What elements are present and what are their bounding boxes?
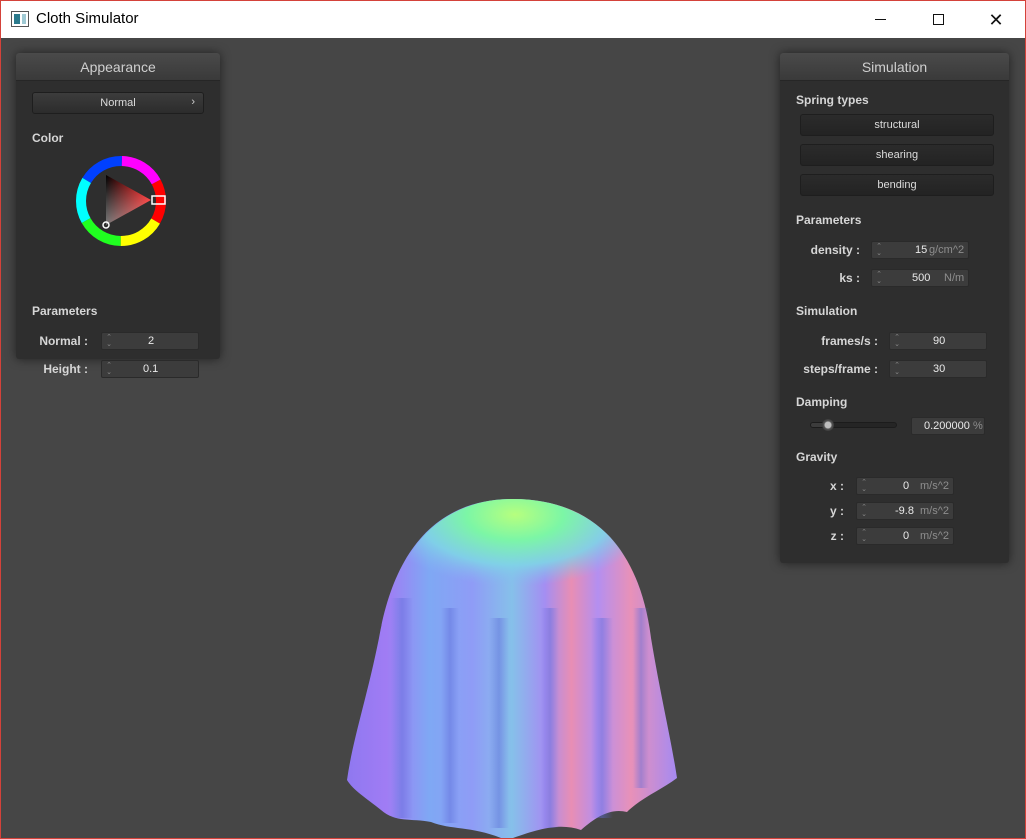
simulation-panel: Simulation Spring types structural shear… <box>780 53 1009 563</box>
chevron-right-icon: › <box>191 96 195 108</box>
maximize-icon <box>932 14 944 25</box>
normal-value: 2 <box>148 335 155 347</box>
damping-value: 0.200000 <box>924 420 970 432</box>
gravity-z-input[interactable]: ⌃ ⌄ 0 m/s^2 <box>856 527 954 545</box>
height-input[interactable]: ⌃ ⌄ 0.1 <box>101 360 199 378</box>
cloth-fold <box>391 598 413 818</box>
damping-label: Damping <box>796 395 848 409</box>
gravity-y-unit: m/s^2 <box>920 505 949 517</box>
cloth-top-highlight <box>389 499 641 630</box>
height-value: 0.1 <box>143 363 159 375</box>
damping-input[interactable]: 0.200000 % <box>911 417 985 435</box>
structural-spring-button[interactable]: structural <box>800 114 994 136</box>
cloth-fold <box>441 608 459 823</box>
gravity-z-label: z : <box>830 529 844 543</box>
simulation-panel-title: Simulation <box>861 58 928 75</box>
density-label: density : <box>810 243 860 257</box>
bending-spring-button[interactable]: bending <box>800 174 994 196</box>
shearing-spring-button[interactable]: shearing <box>800 144 994 166</box>
render-viewport[interactable]: Appearance Normal › Color Parameters Nor… <box>1 38 1025 838</box>
gravity-z-value: 0 <box>903 530 910 542</box>
appearance-parameters-label: Parameters <box>32 304 98 318</box>
ks-input[interactable]: ⌃ ⌄ 500 N/m <box>871 269 969 287</box>
spinner-icon[interactable]: ⌃ ⌄ <box>105 362 113 376</box>
close-icon: ✕ <box>988 9 1004 30</box>
steps-per-frame-label: steps/frame : <box>803 362 878 376</box>
simulation-section-label: Simulation <box>796 304 858 318</box>
gravity-z-unit: m/s^2 <box>920 530 949 542</box>
shader-selected-value: Normal <box>100 97 136 109</box>
spinner-icon[interactable]: ⌃ ⌄ <box>875 271 883 285</box>
close-button[interactable]: ✕ <box>967 1 1025 38</box>
normal-label: Normal : <box>39 334 88 348</box>
shearing-spring-label: shearing <box>875 149 919 161</box>
spinner-icon[interactable]: ⌃ ⌄ <box>860 479 868 493</box>
simulation-parameters-label: Parameters <box>796 213 862 227</box>
ks-unit: N/m <box>944 272 965 284</box>
color-wheel[interactable] <box>75 155 167 247</box>
color-label: Color <box>32 131 64 145</box>
cloth-fold <box>541 608 559 828</box>
app-window: Cloth Simulator ✕ Appearance Normal › Co… <box>0 0 1026 839</box>
gravity-y-input[interactable]: ⌃ ⌄ -9.8 m/s^2 <box>856 502 954 520</box>
damping-unit: % <box>973 420 983 432</box>
damping-slider[interactable] <box>810 419 897 431</box>
ks-value: 500 <box>912 272 931 284</box>
density-unit: g/cm^2 <box>929 244 965 256</box>
density-value: 15 <box>915 244 928 256</box>
height-label: Height : <box>43 362 88 376</box>
density-input[interactable]: ⌃ ⌄ 15 g/cm^2 <box>871 241 969 259</box>
spinner-icon[interactable]: ⌃ ⌄ <box>893 362 901 376</box>
frames-per-second-input[interactable]: ⌃ ⌄ 90 <box>889 332 987 350</box>
gravity-x-unit: m/s^2 <box>920 480 949 492</box>
window-title: Cloth Simulator <box>36 10 139 27</box>
app-icon <box>11 11 29 27</box>
title-bar[interactable]: Cloth Simulator ✕ <box>1 1 1025 38</box>
frames-per-second-value: 90 <box>933 335 946 347</box>
frames-per-second-label: frames/s : <box>821 334 878 348</box>
spinner-icon[interactable]: ⌃ ⌄ <box>860 529 868 543</box>
ks-label: ks : <box>839 271 860 285</box>
cloth-fold <box>489 618 509 828</box>
gravity-label: Gravity <box>796 450 838 464</box>
appearance-panel-header[interactable]: Appearance <box>16 53 220 81</box>
spinner-icon[interactable]: ⌃ ⌄ <box>860 504 868 518</box>
cloth-fold <box>591 618 613 818</box>
spring-types-label: Spring types <box>796 93 869 107</box>
appearance-panel-title: Appearance <box>80 58 156 75</box>
shader-dropdown[interactable]: Normal › <box>32 92 204 114</box>
spinner-icon[interactable]: ⌃ ⌄ <box>105 334 113 348</box>
simulation-panel-header[interactable]: Simulation <box>780 53 1009 81</box>
damping-slider-handle[interactable] <box>822 419 834 431</box>
app-icon-pane-left <box>14 14 20 24</box>
gravity-y-value: -9.8 <box>895 505 914 517</box>
maximize-button[interactable] <box>909 1 967 38</box>
gravity-x-value: 0 <box>903 480 910 492</box>
normal-input[interactable]: ⌃ ⌄ 2 <box>101 332 199 350</box>
structural-spring-label: structural <box>874 119 920 131</box>
gravity-x-input[interactable]: ⌃ ⌄ 0 m/s^2 <box>856 477 954 495</box>
gravity-x-label: x : <box>829 479 844 493</box>
steps-per-frame-value: 30 <box>933 363 946 375</box>
spinner-icon[interactable]: ⌃ ⌄ <box>875 243 883 257</box>
appearance-panel: Appearance Normal › Color Parameters Nor… <box>16 53 220 378</box>
cloth-fold <box>633 608 649 788</box>
gravity-y-label: y : <box>829 504 844 518</box>
steps-per-frame-input[interactable]: ⌃ ⌄ 30 <box>889 360 987 378</box>
spinner-icon[interactable]: ⌃ ⌄ <box>893 334 901 348</box>
app-icon-pane-right <box>22 14 26 24</box>
minimize-button[interactable] <box>851 1 909 38</box>
minimize-icon <box>874 19 886 20</box>
bending-spring-label: bending <box>877 179 917 191</box>
